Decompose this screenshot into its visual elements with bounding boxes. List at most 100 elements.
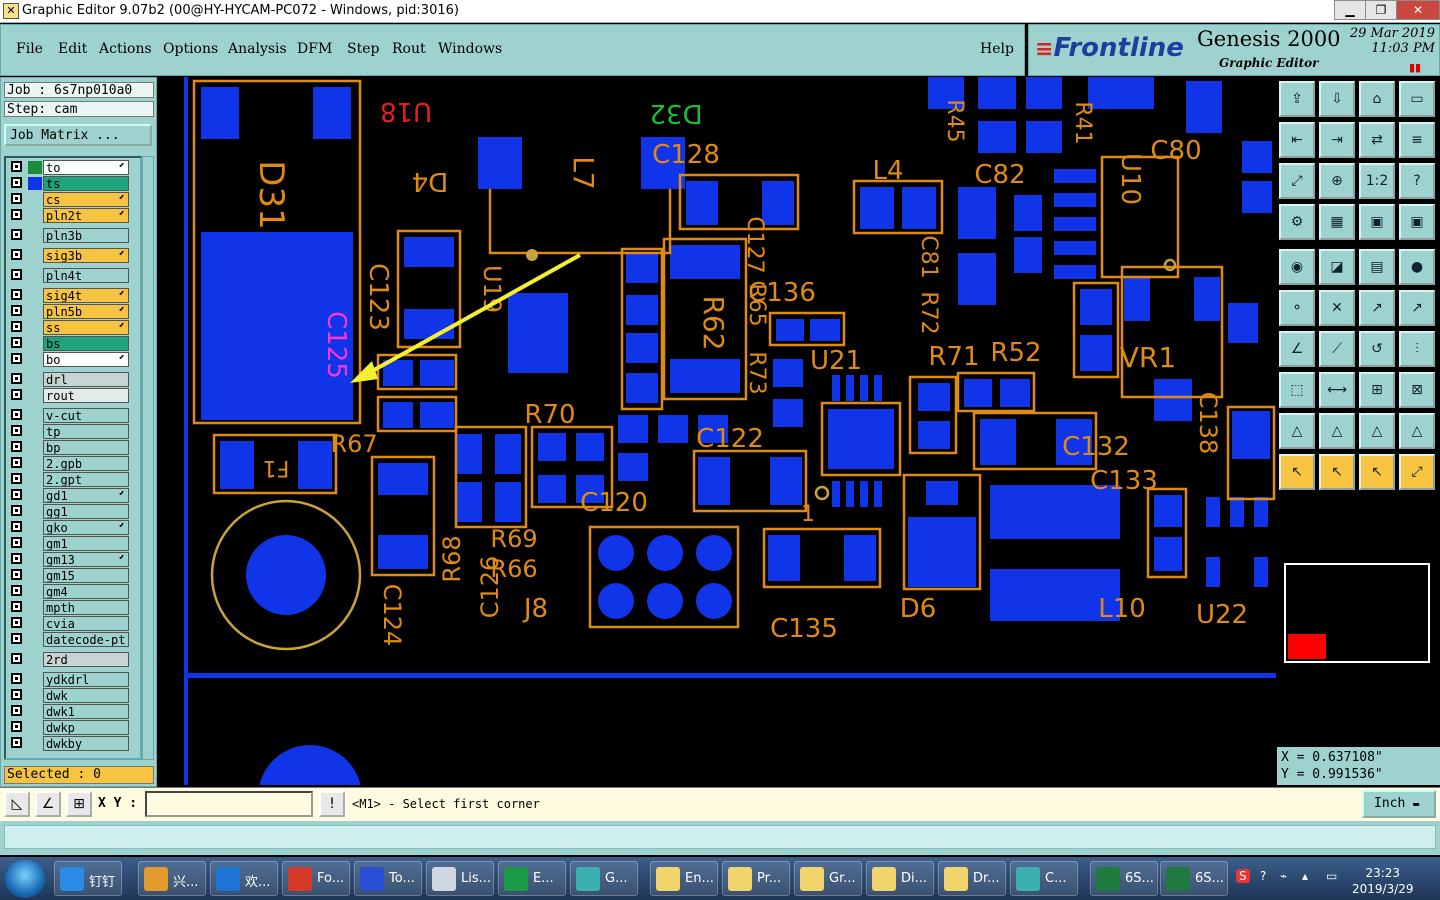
display-icon[interactable]: ▭ bbox=[1326, 869, 1337, 883]
pointer-icon[interactable]: ↖ bbox=[1279, 454, 1315, 490]
menu-help[interactable]: Help bbox=[980, 41, 1014, 57]
menu-actions[interactable]: Actions bbox=[99, 41, 152, 57]
layer-name[interactable]: rout bbox=[43, 388, 129, 403]
taskbar-item[interactable]: To... bbox=[354, 861, 422, 896]
layer-name[interactable]: bo bbox=[43, 352, 129, 367]
layer-name[interactable]: gd1 bbox=[43, 488, 129, 503]
layer-row-gko[interactable]: gko ⬋ bbox=[9, 520, 139, 535]
taskbar-item[interactable]: Di... bbox=[866, 861, 934, 896]
layer-checkbox[interactable] bbox=[11, 305, 22, 316]
layer-name[interactable]: gg1 bbox=[43, 504, 129, 519]
taskbar-item[interactable]: Dr... bbox=[938, 861, 1006, 896]
layer-row-mpth[interactable]: mpth bbox=[9, 600, 139, 615]
layer-name[interactable]: to bbox=[43, 160, 129, 175]
measure-icon[interactable]: ⊞ bbox=[1359, 372, 1395, 408]
layer-row-ts[interactable]: ts bbox=[9, 176, 139, 191]
taskbar-item[interactable]: 兴... bbox=[138, 861, 206, 896]
pcb-view[interactable]: D31C123C125F1R67C124R68 C126R69R66J8U18U1… bbox=[158, 77, 1276, 785]
layer-name[interactable]: sig4t bbox=[43, 288, 129, 303]
layer-checkbox[interactable] bbox=[11, 269, 22, 280]
layer-row-dwkp[interactable]: dwkp bbox=[9, 720, 139, 735]
taskbar-item[interactable]: G... bbox=[570, 861, 638, 896]
layer-name[interactable]: pln3b bbox=[43, 228, 129, 243]
layer-list-scrollbar[interactable] bbox=[142, 156, 154, 760]
layer-checkbox[interactable] bbox=[11, 161, 22, 172]
layer-name[interactable]: sig3b bbox=[43, 248, 129, 263]
rotate-icon[interactable]: ↺ bbox=[1359, 331, 1395, 367]
layer-row-gd1[interactable]: gd1 ⬋ bbox=[9, 488, 139, 503]
pad-icon[interactable]: ● bbox=[1399, 249, 1435, 285]
layer-checkbox[interactable] bbox=[11, 289, 22, 300]
layer-row-gm1[interactable]: gm1 bbox=[9, 536, 139, 551]
layer-checkbox[interactable] bbox=[11, 353, 22, 364]
layer-row-2-gpt[interactable]: 2.gpt bbox=[9, 472, 139, 487]
layer-row-cvia[interactable]: cvia bbox=[9, 616, 139, 631]
layer-name[interactable]: dwkp bbox=[43, 720, 129, 735]
restore-button[interactable]: ❐ bbox=[1365, 0, 1397, 20]
layer-row-2-gpb[interactable]: 2.gpb bbox=[9, 456, 139, 471]
triangle-c-icon[interactable]: △ bbox=[1359, 413, 1395, 449]
taskbar-item[interactable]: 6S... bbox=[1160, 861, 1228, 896]
layer-row-pln3b[interactable]: pln3b bbox=[9, 228, 139, 243]
layer-checkbox[interactable] bbox=[11, 633, 22, 644]
symbol-icon[interactable]: ⊠ bbox=[1399, 372, 1435, 408]
layer-checkbox[interactable] bbox=[11, 489, 22, 500]
layer-name[interactable]: gko bbox=[43, 520, 129, 535]
layer-a-icon[interactable]: ▣ bbox=[1359, 204, 1395, 240]
graphic-canvas[interactable]: D31 C123 C125 F1 R67 C124 R68 C126 R69 R66 J8 U18 U1… bbox=[158, 77, 1276, 785]
grid-icon[interactable]: ▦ bbox=[1319, 204, 1355, 240]
triangle-b-icon[interactable]: △ bbox=[1319, 413, 1355, 449]
layer-row-gg1[interactable]: gg1 bbox=[9, 504, 139, 519]
layer-name[interactable]: mpth bbox=[43, 600, 129, 615]
angle-mode-button[interactable]: ∠ bbox=[35, 791, 61, 817]
layer-name[interactable]: gm15 bbox=[43, 568, 129, 583]
home-icon[interactable]: ⌂ bbox=[1359, 81, 1395, 117]
layer-checkbox[interactable] bbox=[11, 737, 22, 748]
layer-checkbox[interactable] bbox=[11, 473, 22, 484]
layer-row-dwk1[interactable]: dwk1 bbox=[9, 704, 139, 719]
layer-row-ydkdrl[interactable]: ydkdrl bbox=[9, 672, 139, 687]
layer-name[interactable]: gm13 bbox=[43, 552, 129, 567]
layer-checkbox[interactable] bbox=[11, 553, 22, 564]
layer-row-cs[interactable]: cs ⬋ bbox=[9, 192, 139, 207]
layer-checkbox[interactable] bbox=[11, 337, 22, 348]
snap-mode-button[interactable]: ◺ bbox=[4, 791, 30, 817]
layer-row-pln5b[interactable]: pln5b ⬋ bbox=[9, 304, 139, 319]
taskbar-item[interactable]: Pr... bbox=[722, 861, 790, 896]
layer-name[interactable]: cs bbox=[43, 192, 129, 207]
layer-checkbox[interactable] bbox=[11, 721, 22, 732]
layer-name[interactable]: ydkdrl bbox=[43, 672, 129, 687]
cross-icon[interactable]: ✕ bbox=[1319, 290, 1355, 326]
help-tray-icon[interactable]: ? bbox=[1260, 869, 1266, 883]
layer-checkbox[interactable] bbox=[11, 505, 22, 516]
layer-checkbox[interactable] bbox=[11, 209, 22, 220]
taskbar-item[interactable]: Gr... bbox=[794, 861, 862, 896]
expand-tray-icon[interactable]: ▴ bbox=[1302, 869, 1308, 883]
zoom-center-icon[interactable]: ⊕ bbox=[1319, 163, 1355, 199]
query-icon[interactable]: ? bbox=[1399, 163, 1435, 199]
layer-name[interactable]: pln2t bbox=[43, 208, 129, 223]
taskbar-item[interactable]: E... bbox=[498, 861, 566, 896]
layer-checkbox[interactable] bbox=[11, 521, 22, 532]
layer-checkbox[interactable] bbox=[11, 601, 22, 612]
layer-row-drl[interactable]: drl bbox=[9, 372, 139, 387]
layer-name[interactable]: pln4t bbox=[43, 268, 129, 283]
layer-checkbox[interactable] bbox=[11, 409, 22, 420]
menu-rout[interactable]: Rout bbox=[392, 41, 426, 57]
move-right-icon[interactable]: ⇥ bbox=[1319, 122, 1355, 158]
layer-checkbox[interactable] bbox=[11, 617, 22, 628]
minimize-button[interactable]: ▁ bbox=[1334, 0, 1366, 20]
arc-icon[interactable]: ↗ bbox=[1399, 290, 1435, 326]
grid-mode-button[interactable]: ⊞ bbox=[66, 791, 92, 817]
menu-dfm[interactable]: DFM bbox=[297, 41, 332, 57]
layer-row-v-cut[interactable]: v-cut bbox=[9, 408, 139, 423]
fiducial-icon[interactable]: ⫶ bbox=[1399, 331, 1435, 367]
edit-icon[interactable]: ◪ bbox=[1319, 249, 1355, 285]
layer-checkbox[interactable] bbox=[11, 441, 22, 452]
layer-row-dwk[interactable]: dwk bbox=[9, 688, 139, 703]
taskbar-item[interactable]: En... bbox=[650, 861, 718, 896]
layer-b-icon[interactable]: ▣ bbox=[1399, 204, 1435, 240]
layer-name[interactable]: pln5b bbox=[43, 304, 129, 319]
layer-row-dwkby[interactable]: dwkby bbox=[9, 736, 139, 751]
layer-color-swatch[interactable] bbox=[28, 177, 42, 190]
